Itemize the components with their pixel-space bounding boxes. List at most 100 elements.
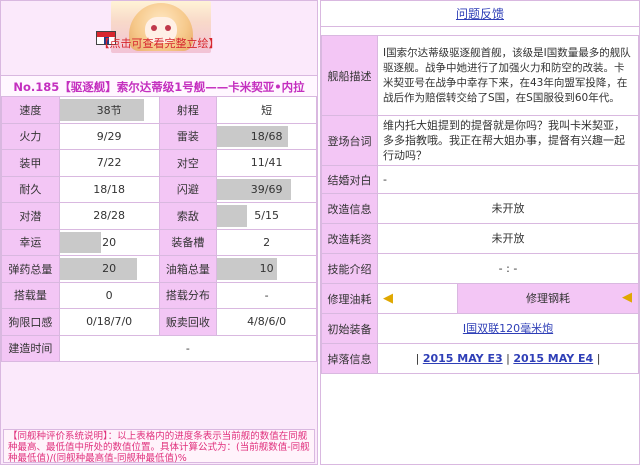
stat-value: 20 — [102, 262, 117, 276]
stat-label: 搭载分布 — [158, 281, 218, 309]
stats-row: 火力 9/29 雷装 18/68 — [1, 122, 317, 150]
remodel-cost-value: 未开放 — [377, 223, 639, 254]
stat-label: 闪避 — [158, 175, 218, 203]
stat-label: 火力 — [1, 122, 60, 150]
stat-value: 11/41 — [250, 156, 283, 170]
stat-value-cell: 20 — [58, 255, 160, 283]
stat-label: 对空 — [158, 149, 218, 177]
build-time-value: - — [58, 334, 318, 362]
greeting-label: 登场台词 — [321, 115, 378, 166]
stat-value-cell: 28/28 — [58, 202, 160, 230]
stats-row: 速度 38节 射程 短 — [1, 96, 317, 124]
stat-value-cell: - — [216, 281, 317, 309]
stat-value: 9/29 — [96, 129, 122, 143]
stat-label: 贩卖回收 — [158, 308, 218, 336]
stat-label: 耐久 — [1, 175, 60, 203]
stat-value-cell: 18/68 — [216, 122, 317, 150]
stat-value: 10 — [259, 262, 274, 276]
stat-value: 2 — [263, 235, 271, 249]
stat-value: 7/22 — [96, 156, 122, 170]
stat-value: 0/18/7/0 — [86, 315, 133, 329]
stat-value-cell: 2 — [216, 228, 317, 256]
stats-row: 弹药总量 20 油箱总量 10 — [1, 255, 317, 283]
repair-steel-cell: 修理钢耗 ◀ — [457, 283, 639, 314]
drop-separator: | — [596, 352, 601, 365]
stat-value-cell: 0 — [58, 281, 160, 309]
stats-table: 速度 38节 射程 短火力 9/29 雷装 18/68 装甲 7/22 对空 11/41 耐久 18/1… — [1, 96, 318, 362]
remodel-cost-label: 改造耗资 — [321, 223, 378, 254]
repair-oil-label: 修理油耗 — [321, 283, 378, 314]
stat-value: 28/28 — [93, 209, 125, 223]
stat-value: 38节 — [96, 103, 122, 117]
stat-value: - — [264, 288, 269, 302]
stat-value: 18/18 — [93, 182, 125, 196]
build-time-row: 建造时间 - — [1, 334, 318, 362]
ship-banner[interactable]: 【点击可查看完整立绘】 — [1, 1, 317, 53]
stat-value-cell: 短 — [216, 96, 317, 124]
stat-label: 装备槽 — [158, 228, 218, 256]
stat-value-cell: 4/8/6/0 — [216, 308, 317, 336]
drop-separator: | — [506, 352, 510, 365]
stats-row: 幸运 20 装备槽 2 — [1, 228, 317, 256]
stat-label: 搭载量 — [1, 281, 60, 309]
stat-value-cell: 9/29 — [58, 122, 160, 150]
info-table: 舰船描述 I国索尔达蒂级驱逐舰首舰，该级是I国数量最多的舰队驱逐舰。战争中她进行… — [321, 35, 639, 374]
drop-info: | 2015 MAY E3 | 2015 MAY E4 | — [377, 343, 639, 374]
stat-label: 油箱总量 — [158, 255, 218, 283]
stat-label: 狗限口感 — [1, 308, 60, 336]
stats-row: 狗限口感 0/18/7/0 贩卖回收 4/8/6/0 — [1, 308, 317, 336]
build-time-label: 建造时间 — [1, 334, 60, 362]
stat-value-cell: 0/18/7/0 — [58, 308, 160, 336]
stat-value: 4/8/6/0 — [247, 315, 287, 329]
feedback-link[interactable]: 问题反馈 — [321, 1, 639, 27]
remodel-label: 改造信息 — [321, 193, 378, 224]
stat-value-cell: 10 — [216, 255, 317, 283]
stats-row: 搭载量 0 搭载分布 - — [1, 281, 317, 309]
stat-label: 速度 — [1, 96, 60, 124]
stat-value: 20 — [102, 235, 117, 249]
stat-value: 18/68 — [250, 129, 283, 143]
stat-progress-bar — [59, 258, 137, 280]
initial-equip-label: 初始装备 — [321, 313, 378, 344]
initial-equip-link[interactable]: I国双联120毫米炮 — [463, 322, 553, 335]
stat-value-cell: 11/41 — [216, 149, 317, 177]
stat-value-cell: 20 — [58, 228, 160, 256]
stat-label: 索敌 — [158, 202, 218, 230]
stat-label: 射程 — [158, 96, 218, 124]
stat-label: 弹药总量 — [1, 255, 60, 283]
ship-title: No.185【驱逐舰】索尔达蒂级1号舰——卡米契亚•内拉 — [1, 75, 317, 97]
stat-value: 0 — [105, 288, 113, 302]
marriage-label: 结婚对白 — [321, 165, 378, 194]
steel-bell-icon: ◀ — [622, 290, 632, 305]
drop-separator: | — [415, 352, 420, 365]
drop-link-e3[interactable]: 2015 MAY E3 — [423, 352, 503, 365]
stat-label: 幸运 — [1, 228, 60, 256]
stat-label: 雷装 — [158, 122, 218, 150]
stat-label: 对潜 — [1, 202, 60, 230]
stat-value-cell: 38节 — [58, 96, 160, 124]
stats-row: 对潜 28/28 索敌 5/15 — [1, 202, 317, 230]
stat-value-cell: 7/22 — [58, 149, 160, 177]
ship-info-panel: 问题反馈 舰船描述 I国索尔达蒂级驱逐舰首舰，该级是I国数量最多的舰队驱逐舰。战… — [320, 0, 640, 465]
drop-link-e4[interactable]: 2015 MAY E4 — [513, 352, 593, 365]
stat-value: 5/15 — [254, 209, 279, 223]
repair-oil-value: ◀ — [377, 283, 458, 314]
skill-value: - : - — [377, 253, 639, 284]
stat-progress-bar — [59, 231, 102, 253]
stat-value: 39/69 — [250, 182, 283, 196]
stat-progress-bar — [217, 205, 247, 227]
stat-value: 短 — [261, 103, 273, 117]
fuel-bell-icon: ◀ — [383, 291, 393, 306]
view-full-art-link[interactable]: 【点击可查看完整立绘】 — [1, 35, 317, 51]
desc-label: 舰船描述 — [321, 35, 378, 116]
ship-description: I国索尔达蒂级驱逐舰首舰，该级是I国数量最多的舰队驱逐舰。战争中她进行了加强火力… — [377, 35, 639, 116]
drop-label: 掉落信息 — [321, 343, 378, 374]
stat-label: 装甲 — [1, 149, 60, 177]
stat-value-cell: 39/69 — [216, 175, 317, 203]
repair-steel-label: 修理钢耗 — [526, 292, 570, 305]
greeting-text: 维内托大姐提到的提督就是你吗？我叫卡米契亚，多多指教哦。我正在帮大姐办事，提督有… — [377, 115, 639, 166]
ship-stats-panel: 【点击可查看完整立绘】 No.185【驱逐舰】索尔达蒂级1号舰——卡米契亚•内拉… — [0, 0, 318, 465]
stats-row: 装甲 7/22 对空 11/41 — [1, 149, 317, 177]
skill-label: 技能介绍 — [321, 253, 378, 284]
marriage-text: - — [377, 165, 639, 194]
